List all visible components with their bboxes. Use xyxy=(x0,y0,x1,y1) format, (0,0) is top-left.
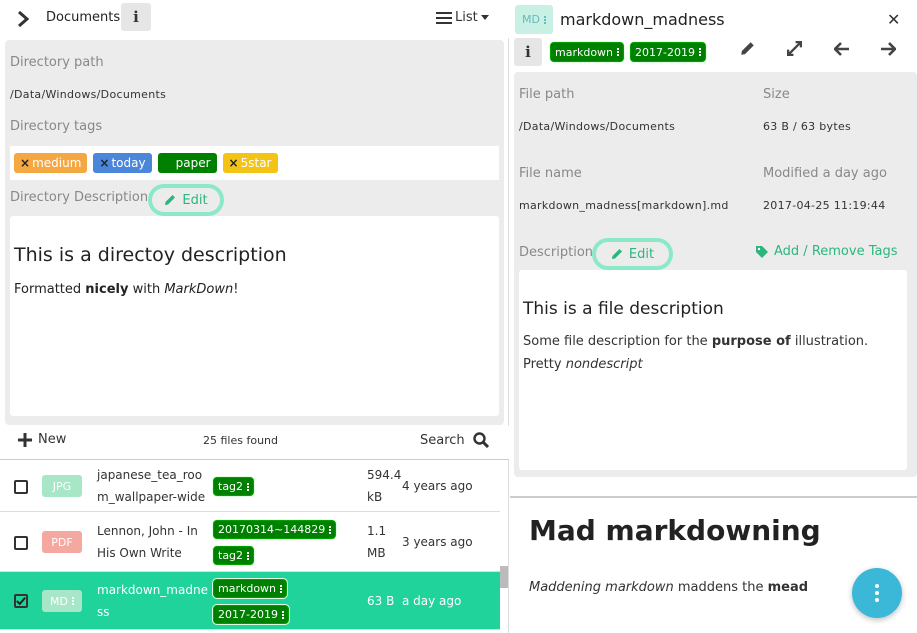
view-mode-label: List xyxy=(455,10,478,25)
file-name: Lennon, John - In His Own Write xyxy=(97,524,198,560)
info-icon: i xyxy=(525,43,531,61)
chevron-right-icon[interactable] xyxy=(14,9,32,29)
file-details-pane: MD markdown_madness ✕ i markdown 2017-20… xyxy=(510,0,917,633)
size-value: 63 B / 63 bytes xyxy=(763,120,852,133)
checkbox-checked[interactable] xyxy=(14,594,28,608)
file-row[interactable]: JPG japanese_tea_room_wallpaper-wide tag… xyxy=(0,461,500,512)
directory-description-text: Formatted nicely with MarkDown! xyxy=(14,282,239,297)
check-icon xyxy=(16,597,26,606)
checkbox[interactable] xyxy=(14,536,28,550)
view-mode-button[interactable]: List xyxy=(436,10,489,25)
modified-value: 2017-04-25 11:19:44 xyxy=(763,199,886,212)
list-icon xyxy=(436,11,452,24)
edit-file-icon[interactable] xyxy=(737,41,757,61)
file-size: 63 B xyxy=(367,594,395,608)
search-button[interactable]: Search xyxy=(420,432,489,448)
file-tag[interactable]: 20170314~144829 xyxy=(213,520,337,539)
file-preview: Mad markdowning Maddening markdown madde… xyxy=(510,496,917,633)
file-path-value: /Data/Windows/Documents xyxy=(519,120,676,133)
directory-tags-label: Directory tags xyxy=(10,119,103,134)
file-date: 4 years ago xyxy=(402,479,473,493)
info-icon: i xyxy=(133,8,139,26)
directory-description-label: Directory Description xyxy=(10,190,149,205)
file-tag[interactable]: tag2 xyxy=(213,477,255,496)
file-description-text: Some file description for the purpose of… xyxy=(523,334,869,372)
preview-text: Maddening markdown maddens the mead xyxy=(529,580,809,595)
tag-5star[interactable]: × 5star xyxy=(222,153,278,173)
file-name-value: markdown_madness[markdown].md xyxy=(519,199,729,212)
file-title: markdown_madness xyxy=(560,10,725,29)
directory-description: This is a directoy description Formatted… xyxy=(10,216,499,416)
checkbox[interactable] xyxy=(14,480,28,494)
description-label: Description xyxy=(519,245,594,260)
directory-tags-field[interactable]: × medium × today × paper × 5star xyxy=(10,146,499,180)
remove-tag-icon[interactable]: × xyxy=(229,156,239,170)
pencil-icon xyxy=(165,195,176,205)
preview-heading: Mad markdowning xyxy=(529,514,821,547)
plus-icon xyxy=(18,432,32,447)
add-remove-tags-button[interactable]: Add / Remove Tags xyxy=(756,244,897,259)
fullscreen-icon[interactable] xyxy=(784,40,804,61)
file-tag[interactable]: tag2 xyxy=(213,546,255,565)
file-date: 3 years ago xyxy=(402,535,473,549)
tag-icon xyxy=(756,245,768,258)
new-file-button[interactable]: New xyxy=(18,432,66,447)
file-tag[interactable]: 2017-2019 xyxy=(213,605,289,624)
file-name-label: File name xyxy=(519,166,582,181)
file-date: a day ago xyxy=(402,594,462,608)
close-icon[interactable]: ✕ xyxy=(887,10,900,29)
file-extension-badge: PDF xyxy=(42,531,82,553)
file-type-badge[interactable]: MD xyxy=(515,5,553,34)
caret-down-icon xyxy=(480,14,489,20)
directory-description-heading: This is a directoy description xyxy=(14,244,287,266)
file-list-toolbar: New 25 files found Search xyxy=(0,426,509,460)
file-name: japanese_tea_room_wallpaper-wide xyxy=(97,468,206,504)
pencil-icon xyxy=(611,249,622,259)
edit-directory-description-button[interactable]: Edit xyxy=(148,184,224,216)
files-found-count: 25 files found xyxy=(203,434,279,447)
file-description-heading: This is a file description xyxy=(523,299,724,319)
file-tag[interactable]: markdown xyxy=(550,42,625,62)
directory-pane: Documents i List Directory path /Data/Wi… xyxy=(0,0,509,633)
tag-medium[interactable]: × medium xyxy=(14,153,88,173)
file-size: 1.1 MB xyxy=(367,524,387,560)
file-extension-badge: JPG xyxy=(42,475,82,497)
more-actions-button[interactable] xyxy=(852,568,902,618)
tag-today[interactable]: × today xyxy=(93,153,152,173)
scrollbar[interactable] xyxy=(500,566,508,588)
remove-tag-icon[interactable]: × xyxy=(99,156,109,170)
remove-tag-icon[interactable]: × xyxy=(164,156,174,170)
file-size: 594.4 kB xyxy=(367,468,402,504)
search-icon xyxy=(472,432,489,448)
file-path-label: File path xyxy=(519,87,575,102)
modified-label: Modified a day ago xyxy=(763,166,887,181)
file-tag[interactable]: 2017-2019 xyxy=(630,42,706,62)
file-row[interactable]: PDF Lennon, John - In His Own Write 2017… xyxy=(0,513,500,572)
file-extension-badge: MD xyxy=(42,590,82,612)
more-vertical-icon xyxy=(875,584,879,602)
file-description: This is a file description Some file des… xyxy=(519,270,907,470)
directory-path-value: /Data/Windows/Documents xyxy=(10,88,167,101)
directory-title[interactable]: Documents xyxy=(46,10,120,25)
next-file-icon[interactable] xyxy=(878,41,898,61)
size-label: Size xyxy=(763,87,790,102)
directory-header: Documents i List xyxy=(0,0,509,38)
file-name: markdown_madness xyxy=(97,583,208,619)
file-row-selected[interactable]: MD markdown_madness markdown 2017-2019 6… xyxy=(0,572,500,630)
directory-path-label: Directory path xyxy=(10,55,104,70)
previous-file-icon[interactable] xyxy=(832,41,852,61)
edit-file-description-button[interactable]: Edit xyxy=(592,238,673,270)
file-tag[interactable]: markdown xyxy=(213,579,288,598)
app-window: Documents i List Directory path /Data/Wi… xyxy=(0,0,917,633)
directory-info-button[interactable]: i xyxy=(121,3,151,31)
remove-tag-icon[interactable]: × xyxy=(20,156,30,170)
file-info-button[interactable]: i xyxy=(514,38,542,66)
tag-paper[interactable]: × paper xyxy=(157,153,217,173)
